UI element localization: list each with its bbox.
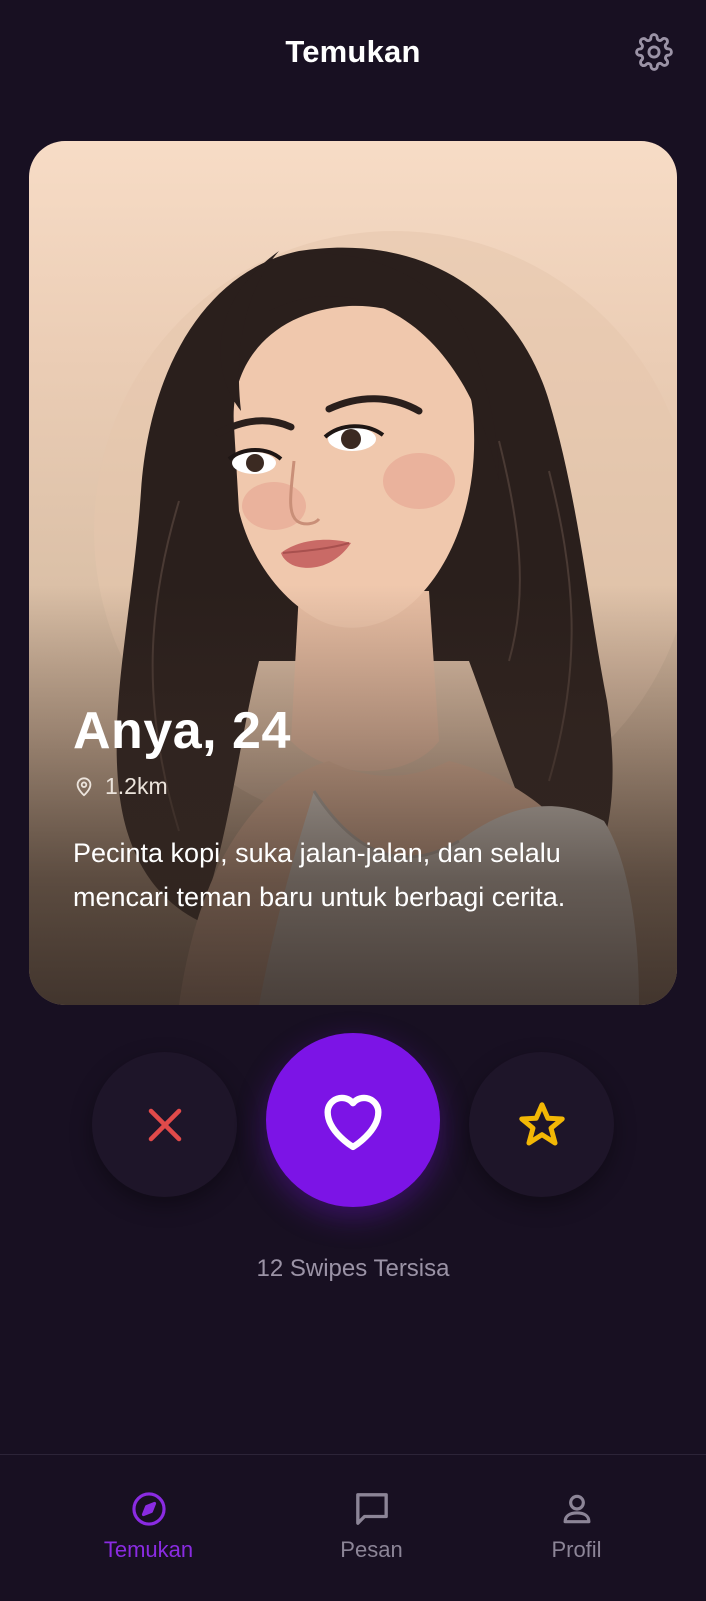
- location-pin-icon: [76, 776, 92, 796]
- star-icon: [518, 1101, 565, 1145]
- location-row: 1.2km: [73, 773, 168, 800]
- profile-distance: 1.2km: [105, 773, 168, 799]
- profile-name-age: Anya, 24: [73, 702, 291, 760]
- nav-item-profil[interactable]: Profil: [459, 1455, 694, 1601]
- close-icon: [148, 1108, 181, 1141]
- user-icon: [563, 1494, 590, 1524]
- superlike-button[interactable]: [469, 1052, 614, 1197]
- nav-item-temukan[interactable]: Temukan: [31, 1455, 266, 1601]
- nav-label-temukan: Temukan: [103, 1537, 194, 1562]
- heart-icon: [324, 1094, 382, 1151]
- page-title: Temukan: [285, 34, 421, 69]
- compass-icon: [131, 1492, 166, 1526]
- swipe-actions: [0, 1032, 706, 1212]
- swipes-remaining-text: 12 Swipes Tersisa: [256, 1255, 450, 1282]
- profile-bio: Pecinta kopi, suka jalan-jalan, dan sela…: [73, 838, 566, 912]
- profile-card[interactable]: Anya, 24 1.2km Pecinta kopi, suka jalan-…: [29, 141, 677, 1005]
- nav-item-pesan[interactable]: Pesan: [254, 1455, 489, 1601]
- settings-button[interactable]: [632, 30, 676, 74]
- nope-button[interactable]: [92, 1052, 237, 1197]
- gear-icon: [635, 33, 673, 71]
- chat-icon: [355, 1493, 388, 1525]
- nav-label-pesan: Pesan: [340, 1537, 403, 1562]
- nav-label-profil: Profil: [551, 1537, 602, 1562]
- top-bar: Temukan: [0, 0, 706, 112]
- like-button[interactable]: [266, 1033, 440, 1207]
- bottom-navigation: Temukan Pesan Profil: [0, 1454, 706, 1601]
